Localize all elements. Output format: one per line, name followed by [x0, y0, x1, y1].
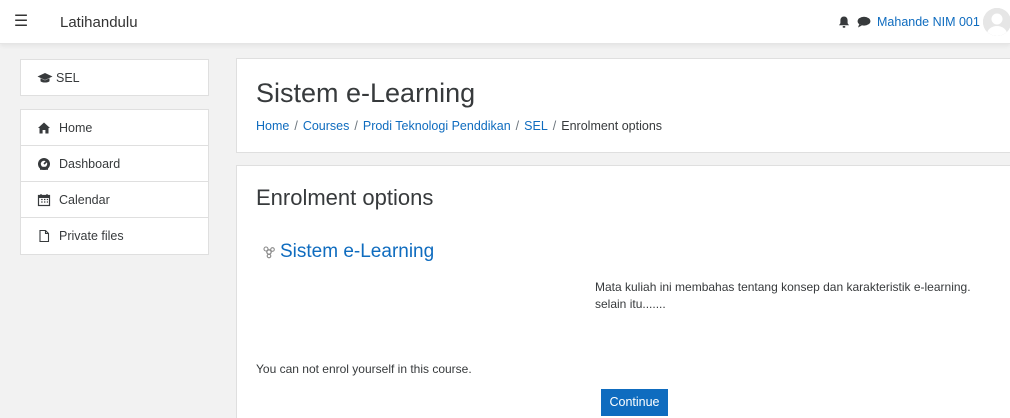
user-menu-name[interactable]: Mahande NIM 001: [877, 15, 980, 29]
hamburger-menu-icon[interactable]: ☰: [8, 10, 34, 34]
breadcrumb-course[interactable]: SEL: [524, 119, 548, 133]
sidebar-item-private-files[interactable]: Private files: [21, 218, 208, 254]
continue-button[interactable]: Continue: [601, 389, 668, 416]
sidebar-course-block: SEL: [20, 59, 209, 96]
breadcrumb-separator: /: [354, 119, 358, 133]
file-icon: [39, 229, 50, 243]
sidebar-item-label: SEL: [56, 70, 80, 85]
bell-icon[interactable]: [837, 15, 851, 29]
site-name[interactable]: Latihandulu: [60, 14, 138, 31]
sidebar-item-label: Home: [59, 120, 93, 135]
course-link[interactable]: Sistem e-Learning: [262, 241, 434, 263]
sidebar-item-calendar[interactable]: Calendar: [21, 182, 208, 218]
breadcrumb: Home / Courses / Prodi Teknologi Penddikan / S…: [256, 119, 662, 133]
chat-bubble-icon[interactable]: [857, 16, 871, 28]
page-title: Sistem e-Learning: [256, 78, 476, 108]
sidebar-item-dashboard[interactable]: Dashboard: [21, 146, 208, 182]
enrolment-notice: You can not enrol yourself in this cours…: [256, 362, 472, 376]
sidebar-item-course[interactable]: SEL: [21, 60, 208, 95]
sidebar-item-home[interactable]: Home: [21, 110, 208, 146]
user-avatar[interactable]: [983, 8, 1010, 36]
breadcrumb-separator: /: [294, 119, 298, 133]
course-icon: [263, 246, 275, 259]
sidebar-item-label: Dashboard: [59, 156, 121, 171]
sidebar-item-label: Calendar: [59, 192, 110, 207]
course-name: Sistem e-Learning: [280, 241, 435, 262]
breadcrumb-category[interactable]: Prodi Teknologi Penddikan: [363, 119, 511, 133]
calendar-icon: [37, 193, 51, 206]
course-summary: Mata kuliah ini membahas tentang konsep …: [595, 280, 971, 311]
breadcrumb-home[interactable]: Home: [256, 119, 289, 133]
breadcrumb-separator: /: [552, 119, 557, 133]
breadcrumb-separator: /: [515, 119, 520, 133]
section-title: Enrolment options: [256, 185, 434, 210]
breadcrumb-current: Enrolment options: [561, 119, 663, 133]
breadcrumb-courses[interactable]: Courses: [303, 119, 350, 133]
dashboard-icon: [38, 157, 50, 170]
graduation-cap-icon: [37, 72, 53, 83]
sidebar-item-label: Private files: [59, 229, 124, 243]
top-navbar: ☰ Latihandulu Mahande NIM 001: [0, 0, 1010, 44]
home-icon: [38, 122, 50, 133]
sidebar-navigation: Home Dashboard Calendar Private files: [20, 109, 209, 255]
